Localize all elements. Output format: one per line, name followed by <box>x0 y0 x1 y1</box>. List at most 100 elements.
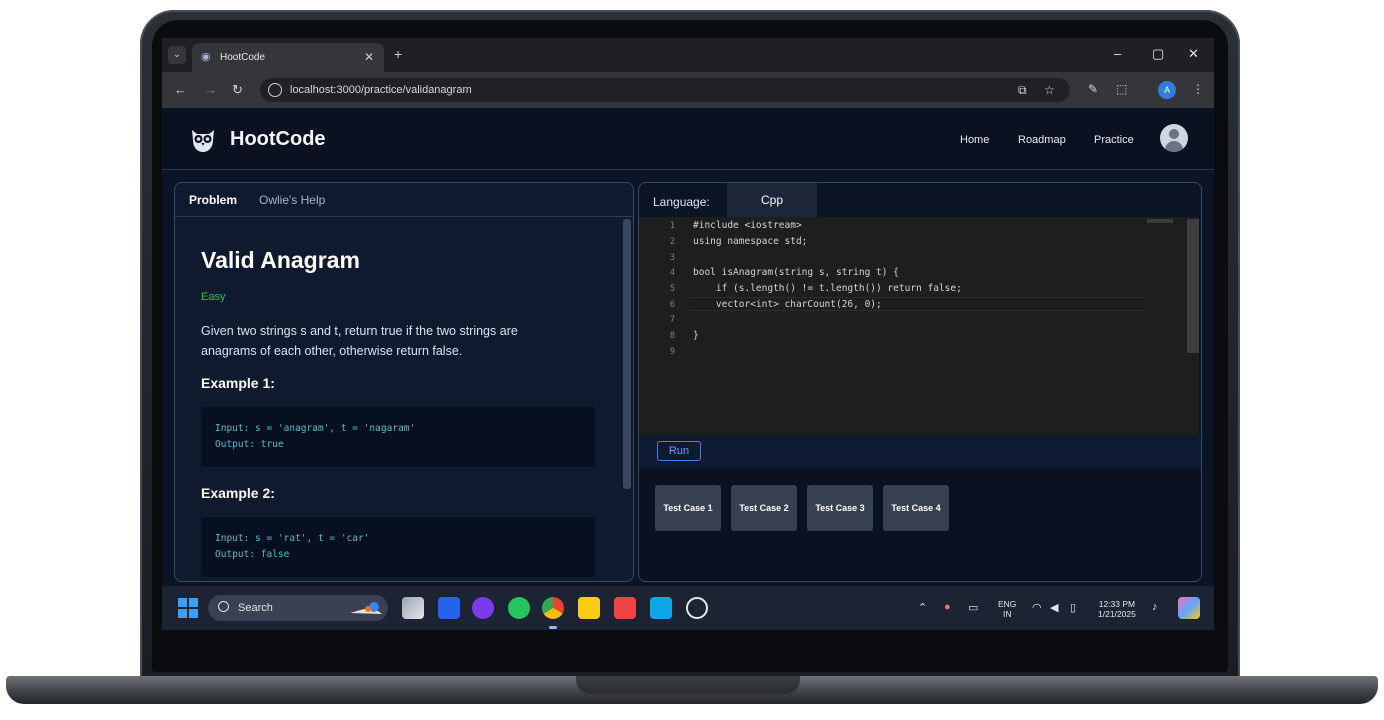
browser-tab[interactable]: ◉ HootCode ✕ <box>192 43 384 72</box>
task-view-icon[interactable] <box>402 597 424 619</box>
problem-panel: Problem Owlie's Help Valid Anagram Easy … <box>174 182 634 582</box>
example-2-output: Output: false <box>215 549 290 560</box>
user-avatar[interactable] <box>1160 124 1188 152</box>
back-icon[interactable]: ← <box>174 82 187 97</box>
url-text[interactable]: localhost:3000/practice/validanagram <box>290 84 472 96</box>
minimap[interactable] <box>1147 219 1173 223</box>
search-highlight-icon <box>350 602 382 614</box>
code-editor[interactable]: 1 2 3 4 5 6 7 8 9 #include <iostream> us… <box>639 217 1199 435</box>
whatsapp-icon[interactable] <box>508 597 530 619</box>
example-2-heading: Example 2: <box>201 485 275 501</box>
chrome-icon[interactable] <box>542 597 564 619</box>
tab-problem[interactable]: Problem <box>189 193 237 207</box>
file-explorer-icon[interactable] <box>578 597 600 619</box>
example-1-heading: Example 1: <box>201 375 275 391</box>
tab-title: HootCode <box>220 52 266 63</box>
line-number: 9 <box>669 347 675 357</box>
maximize-button[interactable]: ▢ <box>1152 46 1164 62</box>
battery-icon[interactable]: ▯ <box>1070 601 1076 614</box>
extension-pen-icon[interactable]: ✎ <box>1088 82 1098 96</box>
input-language[interactable]: ENG IN <box>998 599 1016 619</box>
windows-start-icon[interactable] <box>178 598 198 618</box>
editor-panel: Language: Cpp 1 2 3 4 5 6 7 8 9 #include… <box>638 182 1202 582</box>
volume-icon[interactable]: ◀ <box>1050 601 1058 614</box>
test-case-3-button[interactable]: Test Case 3 <box>807 485 873 531</box>
laptop-notch <box>576 676 800 694</box>
vscode-icon[interactable] <box>650 597 672 619</box>
nav-roadmap[interactable]: Roadmap <box>1018 134 1066 146</box>
chevron-up-icon[interactable]: ⌃ <box>918 601 927 614</box>
clock[interactable]: 12:33 PM 1/21/2025 <box>1098 599 1136 619</box>
language-select[interactable]: Cpp <box>727 183 817 217</box>
nav-practice[interactable]: Practice <box>1094 134 1134 146</box>
language-code: ENG <box>998 599 1017 609</box>
example-1-output: Output: true <box>215 439 284 450</box>
line-number: 2 <box>669 237 675 247</box>
search-placeholder: Search <box>238 602 273 614</box>
bookmark-star-icon[interactable]: ☆ <box>1044 83 1055 97</box>
line-number: 8 <box>669 331 675 341</box>
line-number: 3 <box>669 253 675 263</box>
test-case-1-button[interactable]: Test Case 1 <box>655 485 721 531</box>
code-line: } <box>693 330 699 341</box>
problem-description: Given two strings s and t, return true i… <box>201 324 518 358</box>
close-window-button[interactable]: ✕ <box>1188 46 1199 62</box>
tab-owlies-help[interactable]: Owlie's Help <box>259 193 325 207</box>
more-menu-icon[interactable]: ⋮ <box>1192 82 1204 96</box>
profile-avatar-icon[interactable]: A <box>1158 81 1176 99</box>
example-1-box: Input: s = 'anagram', t = 'nagaram' Outp… <box>201 407 595 467</box>
app-header: HootCode Home Roadmap Practice <box>162 108 1214 170</box>
teams-icon[interactable] <box>472 597 494 619</box>
problem-tabs: Problem Owlie's Help <box>175 183 633 217</box>
start-tile <box>189 598 198 607</box>
avatar-head <box>1169 129 1179 139</box>
new-tab-icon[interactable]: + <box>394 46 402 62</box>
minimize-button[interactable]: – <box>1114 46 1121 61</box>
nav-home[interactable]: Home <box>960 134 989 146</box>
problem-title: Valid Anagram <box>201 247 360 273</box>
clock-time: 12:33 PM <box>1098 599 1136 609</box>
test-case-2-button[interactable]: Test Case 2 <box>731 485 797 531</box>
editor-scrollbar[interactable] <box>1187 219 1199 353</box>
line-number: 7 <box>669 315 675 325</box>
problem-scrollbar[interactable] <box>623 219 631 489</box>
example-2-input: Input: s = 'rat', t = 'car' <box>215 533 370 544</box>
browser-toolbar: ← → ↻ localhost:3000/practice/validanagr… <box>162 72 1214 108</box>
browser-tabbar: ⌄ ◉ HootCode ✕ + – ▢ ✕ <box>162 38 1214 72</box>
taskbar: Search ⌃ ● ▭ ENG IN ◠ ◀ ▯ 12:33 PM 1/21/… <box>162 586 1214 630</box>
obs-icon[interactable] <box>686 597 708 619</box>
owl-favicon-icon: ◉ <box>201 51 211 63</box>
store-icon[interactable] <box>438 597 460 619</box>
tab-search-button[interactable]: ⌄ <box>168 46 186 64</box>
notification-bell-icon[interactable]: ♪ <box>1152 601 1158 613</box>
line-number: 1 <box>669 221 675 231</box>
run-button[interactable]: Run <box>657 441 701 461</box>
site-info-icon[interactable] <box>268 83 282 97</box>
app-tray-icon[interactable]: ● <box>944 601 951 613</box>
close-icon[interactable]: ✕ <box>364 50 374 64</box>
brand-name[interactable]: HootCode <box>230 128 326 151</box>
code-line: using namespace std; <box>693 236 808 247</box>
start-tile <box>189 609 198 618</box>
code-line: if (s.length() != t.length()) return fal… <box>693 283 962 294</box>
reload-icon[interactable]: ↻ <box>232 82 243 98</box>
address-bar[interactable]: localhost:3000/practice/validanagram ⧉ ☆ <box>260 78 1070 102</box>
code-line: bool isAnagram(string s, string t) { <box>693 267 899 278</box>
code-line: #include <iostream> <box>693 220 802 231</box>
active-app-indicator <box>549 626 557 629</box>
youtube-icon[interactable] <box>614 597 636 619</box>
line-number: 5 <box>669 284 675 294</box>
app: HootCode Home Roadmap Practice Problem O… <box>162 108 1214 586</box>
wifi-icon[interactable]: ◠ <box>1032 601 1042 614</box>
forward-icon[interactable]: → <box>204 82 217 97</box>
copilot-icon[interactable] <box>1178 597 1200 619</box>
avatar-body <box>1165 141 1183 152</box>
test-case-area: Test Case 1 Test Case 2 Test Case 3 Test… <box>639 469 1201 581</box>
test-case-4-button[interactable]: Test Case 4 <box>883 485 949 531</box>
cast-icon[interactable]: ⧉ <box>1018 83 1027 98</box>
taskbar-search[interactable]: Search <box>208 595 388 621</box>
screen: ⌄ ◉ HootCode ✕ + – ▢ ✕ ← → ↻ localhost:3… <box>162 38 1214 630</box>
extensions-puzzle-icon[interactable]: ⬚ <box>1116 82 1127 96</box>
run-bar: Run <box>639 435 1201 469</box>
display-tray-icon[interactable]: ▭ <box>968 601 978 614</box>
